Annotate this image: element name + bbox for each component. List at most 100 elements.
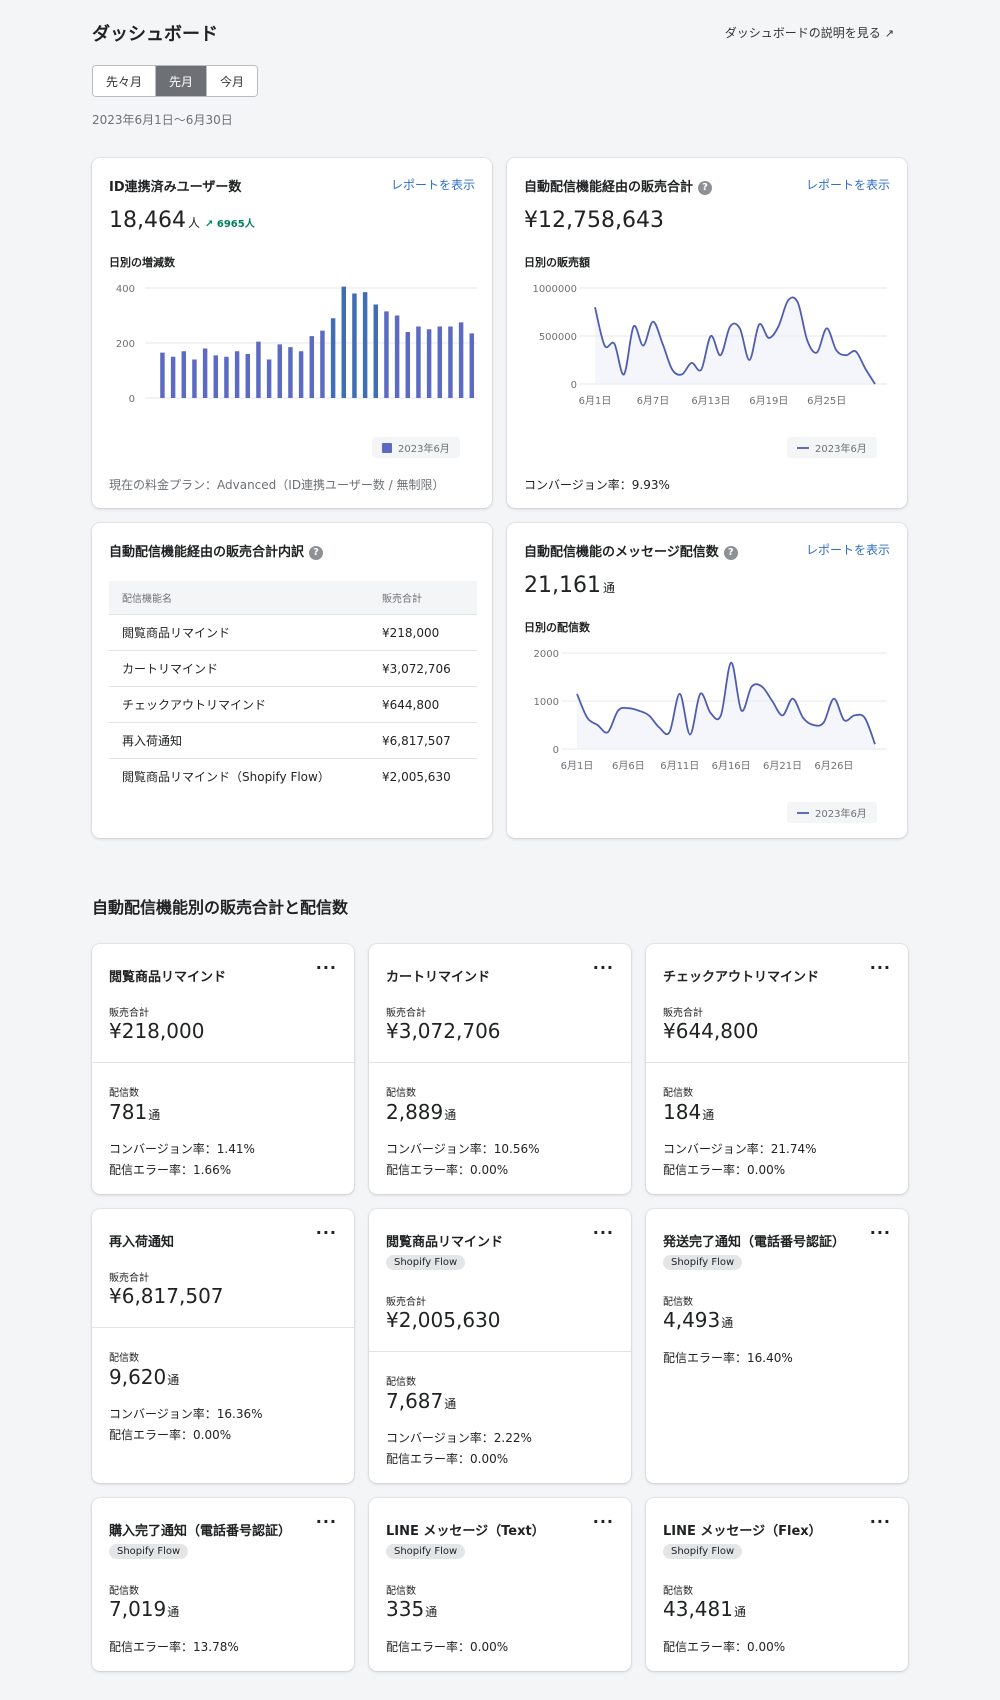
- shopify-flow-tag: Shopify Flow: [386, 1544, 466, 1559]
- more-options-icon[interactable]: ···: [593, 1223, 614, 1242]
- bar[interactable]: [416, 326, 421, 399]
- bar[interactable]: [426, 329, 432, 398]
- help-link[interactable]: ダッシュボードの説明を見る ↗: [725, 24, 894, 41]
- bar[interactable]: [192, 359, 197, 399]
- feature-name: チェックアウトリマインド: [663, 970, 820, 985]
- users-report-link[interactable]: レポートを表示: [391, 176, 475, 193]
- bar[interactable]: [224, 356, 229, 398]
- messages-card: 自動配信機能のメッセージ配信数? レポートを表示 21,161 通 日別の配信数 …: [507, 523, 907, 838]
- y-tick-label: 500000: [539, 332, 577, 343]
- x-tick-label: 6月1日: [579, 395, 612, 407]
- more-options-icon[interactable]: ···: [316, 1223, 337, 1242]
- count-value: 7,019通: [109, 1597, 179, 1621]
- bar[interactable]: [288, 347, 293, 398]
- bar[interactable]: [213, 355, 219, 398]
- bar[interactable]: [266, 359, 272, 399]
- help-icon[interactable]: ?: [723, 546, 738, 560]
- help-icon[interactable]: ?: [309, 546, 324, 560]
- bar[interactable]: [373, 304, 379, 399]
- more-options-icon[interactable]: ···: [593, 1512, 614, 1531]
- bar[interactable]: [309, 336, 315, 398]
- feature-name: 発送完了通知（電話番号認証）: [663, 1235, 846, 1250]
- count-value: 43,481通: [663, 1597, 746, 1621]
- error-rate: 配信エラー率：0.00%: [663, 1640, 786, 1654]
- bar[interactable]: [181, 351, 187, 398]
- help-icon[interactable]: ?: [698, 181, 713, 195]
- bar[interactable]: [458, 322, 464, 398]
- bar[interactable]: [394, 315, 400, 399]
- error-rate: 配信エラー率：16.40%: [663, 1351, 793, 1365]
- bar[interactable]: [405, 332, 411, 398]
- more-options-icon[interactable]: ···: [870, 1223, 891, 1242]
- bar[interactable]: [202, 348, 208, 399]
- count-label: 配信数: [109, 1088, 139, 1099]
- feature-name: 閲覧商品リマインド: [109, 970, 227, 985]
- legend-swatch: [382, 443, 392, 453]
- bar[interactable]: [384, 311, 389, 398]
- error-rate: 配信エラー率：0.00%: [386, 1640, 509, 1654]
- messages-card-title-text: 自動配信機能のメッセージ配信数: [524, 545, 719, 560]
- sales-label: 販売合計: [109, 1273, 149, 1284]
- bar[interactable]: [298, 351, 304, 398]
- sales-value: ¥12,758,643: [524, 208, 664, 233]
- messages-value: 21,161: [524, 573, 601, 598]
- bar[interactable]: [448, 326, 453, 399]
- error-rate: 配信エラー率：0.00%: [663, 1163, 786, 1177]
- period-button-1[interactable]: 先月: [156, 66, 208, 96]
- table-cell: ¥644,800: [369, 686, 477, 723]
- bar[interactable]: [437, 326, 443, 399]
- count-label: 配信数: [109, 1353, 139, 1364]
- bar[interactable]: [352, 293, 357, 399]
- count-unit: 通: [167, 1605, 180, 1619]
- bar[interactable]: [170, 356, 176, 398]
- users-delta: ↗ 6965人: [205, 219, 255, 230]
- x-tick-label: 6月26日: [814, 760, 853, 772]
- table-cell: 閲覧商品リマインド: [109, 614, 369, 651]
- x-tick-label: 6月13日: [691, 395, 730, 407]
- users-card-title: ID連携済みユーザー数: [109, 180, 242, 195]
- feature-card: カートリマインド ··· 販売合計 ¥3,072,706 配信数 2,889通 …: [369, 944, 631, 1194]
- shopify-flow-tag: Shopify Flow: [386, 1255, 466, 1270]
- more-options-icon[interactable]: ···: [316, 958, 337, 977]
- count-number: 4,493: [663, 1308, 721, 1332]
- feature-card: 閲覧商品リマインド ··· 販売合計 ¥218,000 配信数 781通 コンバ…: [92, 944, 354, 1194]
- table-header-name: 配信機能名: [109, 581, 369, 615]
- bar[interactable]: [341, 286, 347, 398]
- more-options-icon[interactable]: ···: [593, 958, 614, 977]
- period-selector: 先々月 先月 今月: [92, 65, 259, 97]
- bar[interactable]: [469, 333, 475, 398]
- count-number: 335: [386, 1597, 425, 1621]
- count-unit: 通: [444, 1108, 457, 1122]
- x-tick-label: 6月7日: [637, 395, 670, 407]
- bar[interactable]: [234, 351, 240, 398]
- sales-report-link[interactable]: レポートを表示: [806, 176, 890, 193]
- count-number: 2,889: [386, 1100, 444, 1124]
- count-unit: 通: [425, 1605, 438, 1619]
- users-delta-value: 6965人: [216, 219, 255, 230]
- sales-value: ¥3,072,706: [386, 1019, 501, 1043]
- x-tick-label: 6月19日: [749, 395, 788, 407]
- count-value: 4,493通: [663, 1308, 733, 1332]
- feature-name: 閲覧商品リマインド: [386, 1235, 504, 1250]
- x-tick-label: 6月11日: [660, 760, 699, 772]
- bar[interactable]: [277, 344, 283, 398]
- bar[interactable]: [245, 354, 251, 398]
- y-tick-label: 1000: [534, 697, 559, 708]
- bar[interactable]: [160, 352, 165, 398]
- more-options-icon[interactable]: ···: [870, 958, 891, 977]
- y-tick-label: 0: [129, 394, 135, 405]
- count-value: 335通: [386, 1597, 437, 1621]
- x-tick-label: 6月25日: [807, 395, 846, 407]
- users-sub-label: 日別の増減数: [109, 256, 175, 269]
- bar[interactable]: [320, 330, 325, 398]
- table-row: カートリマインド ¥3,072,706: [109, 650, 477, 687]
- period-button-2[interactable]: 今月: [207, 66, 258, 96]
- sales-value: ¥6,817,507: [109, 1284, 224, 1308]
- bar[interactable]: [256, 341, 261, 398]
- more-options-icon[interactable]: ···: [316, 1512, 337, 1531]
- period-button-0[interactable]: 先々月: [93, 66, 157, 96]
- bar[interactable]: [330, 318, 336, 398]
- more-options-icon[interactable]: ···: [870, 1512, 891, 1531]
- bar[interactable]: [362, 292, 368, 398]
- messages-report-link[interactable]: レポートを表示: [806, 541, 890, 558]
